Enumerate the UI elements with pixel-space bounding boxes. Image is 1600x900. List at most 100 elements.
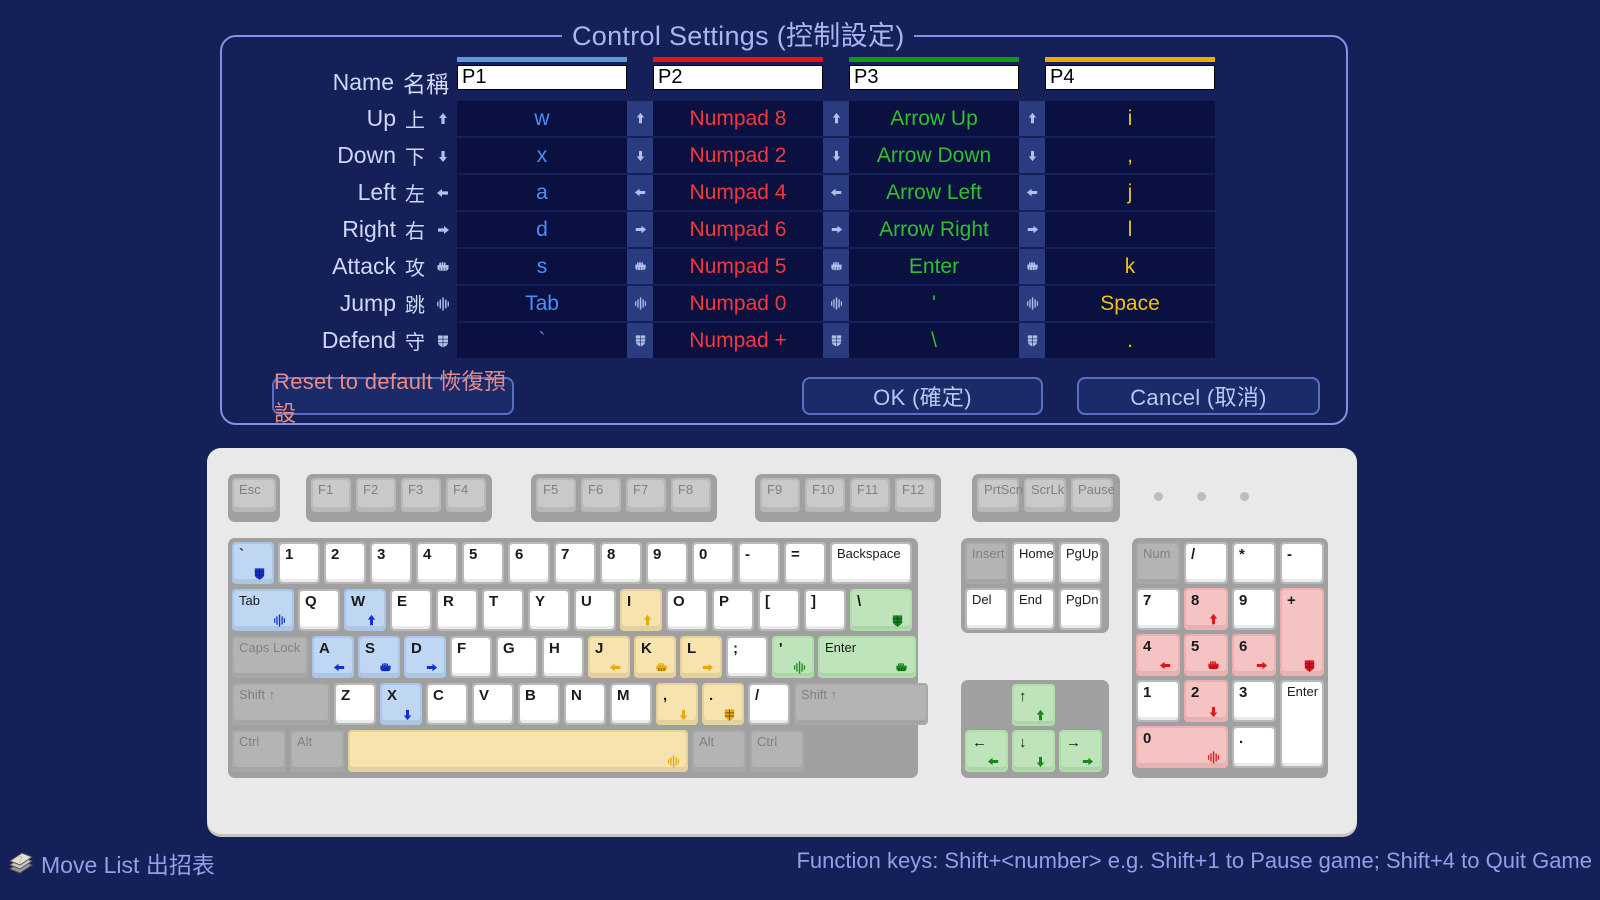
key-y[interactable]: Y [528,589,570,631]
key-numpad-8[interactable]: 8 [1184,588,1228,630]
key--[interactable]: \ [850,589,912,631]
key-2[interactable]: 2 [324,542,366,584]
key-8[interactable]: 8 [600,542,642,584]
player-name-input[interactable]: P3 [849,65,1019,90]
binding-cell-p2-attack[interactable]: Numpad 5 [653,249,823,284]
key-f10[interactable]: F10 [805,478,845,512]
key-a[interactable]: A [312,636,354,678]
key-w[interactable]: W [344,589,386,631]
key-f5[interactable]: F5 [536,478,576,512]
key-d[interactable]: D [404,636,446,678]
binding-cell-p2-right[interactable]: Numpad 6 [653,212,823,247]
key-b[interactable]: B [518,683,560,725]
binding-cell-p3-right[interactable]: Arrow Right [849,212,1019,247]
binding-cell-p1-up[interactable]: w [457,101,627,136]
key-6[interactable]: 6 [508,542,550,584]
key-numpad-2[interactable]: 2 [1184,680,1228,722]
key-z[interactable]: Z [334,683,376,725]
key-enter[interactable]: Enter [818,636,916,678]
key-numpad-7[interactable]: 7 [1136,588,1180,630]
player-name-input[interactable]: P1 [457,65,627,90]
binding-cell-p4-jump[interactable]: Space [1045,286,1215,321]
binding-cell-p1-right[interactable]: d [457,212,627,247]
key-insert[interactable]: Insert [965,542,1008,584]
key-numpad-3[interactable]: 3 [1232,680,1276,722]
key-numpad-6[interactable]: 6 [1232,634,1276,676]
key-p[interactable]: P [712,589,754,631]
key-scrlk[interactable]: ScrLk [1024,478,1066,512]
binding-cell-p2-jump[interactable]: Numpad 0 [653,286,823,321]
key-e[interactable]: E [390,589,432,631]
key-numpad-enter[interactable]: Enter [1280,680,1324,768]
binding-cell-p3-jump[interactable]: ' [849,286,1019,321]
key-numpad--[interactable]: - [1280,542,1324,584]
key-alt[interactable]: Alt [692,730,746,772]
binding-cell-p1-jump[interactable]: Tab [457,286,627,321]
key-numpad-num[interactable]: Num [1136,542,1180,584]
key-home[interactable]: Home [1012,542,1055,584]
key--[interactable]: ] [804,589,846,631]
binding-cell-p3-attack[interactable]: Enter [849,249,1019,284]
key-numpad-5[interactable]: 5 [1184,634,1228,676]
binding-cell-p3-down[interactable]: Arrow Down [849,138,1019,173]
binding-cell-p2-down[interactable]: Numpad 2 [653,138,823,173]
player-name-input[interactable]: P2 [653,65,823,90]
key-alt[interactable]: Alt [290,730,344,772]
key-t[interactable]: T [482,589,524,631]
key-q[interactable]: Q [298,589,340,631]
binding-cell-p3-up[interactable]: Arrow Up [849,101,1019,136]
binding-cell-p2-defend[interactable]: Numpad + [653,323,823,358]
key-prtscn[interactable]: PrtScn [977,478,1023,512]
key-ctrl[interactable]: Ctrl [232,730,286,772]
binding-cell-p4-up[interactable]: i [1045,101,1215,136]
key--[interactable]: / [748,683,790,725]
key-i[interactable]: I [620,589,662,631]
key-pause[interactable]: Pause [1071,478,1115,512]
binding-cell-p4-attack[interactable]: k [1045,249,1215,284]
binding-cell-p4-left[interactable]: j [1045,175,1215,210]
key-pgup[interactable]: PgUp [1059,542,1102,584]
binding-cell-p1-defend[interactable]: ` [457,323,627,358]
key-9[interactable]: 9 [646,542,688,584]
key-space[interactable] [348,730,688,772]
key-esc[interactable]: Esc [232,478,276,512]
key-f4[interactable]: F4 [446,478,486,512]
key-m[interactable]: M [610,683,652,725]
cancel-button[interactable]: Cancel (取消) [1077,377,1320,415]
key-f9[interactable]: F9 [760,478,800,512]
key-numpad-4[interactable]: 4 [1136,634,1180,676]
key-f3[interactable]: F3 [401,478,441,512]
key-backspace[interactable]: Backspace [830,542,912,584]
key-numpad-9[interactable]: 9 [1232,588,1276,630]
binding-cell-p3-left[interactable]: Arrow Left [849,175,1019,210]
key-5[interactable]: 5 [462,542,504,584]
key-shift-[interactable]: Shift ↑ [232,683,330,725]
reset-to-default-button[interactable]: Reset to default 恢復預設 [272,369,514,426]
key-f12[interactable]: F12 [895,478,935,512]
key-f[interactable]: F [450,636,492,678]
binding-cell-p4-defend[interactable]: . [1045,323,1215,358]
key-o[interactable]: O [666,589,708,631]
key-del[interactable]: Del [965,588,1008,630]
key-f6[interactable]: F6 [581,478,621,512]
key-s[interactable]: S [358,636,400,678]
key--[interactable]: . [702,683,744,725]
key-f1[interactable]: F1 [311,478,351,512]
key-g[interactable]: G [496,636,538,678]
key--[interactable]: = [784,542,826,584]
key-arrow-left[interactable]: ← [965,730,1008,772]
key-tab[interactable]: Tab [232,589,294,631]
key-arrow-right[interactable]: → [1059,730,1102,772]
key-numpad-/[interactable]: / [1184,542,1228,584]
key--[interactable]: , [656,683,698,725]
move-list-link[interactable]: ? Move List 出招表 [8,846,215,880]
key-7[interactable]: 7 [554,542,596,584]
ok-button[interactable]: OK (確定) [802,377,1043,415]
key-arrow-down[interactable]: ↓ [1012,730,1055,772]
key-end[interactable]: End [1012,588,1055,630]
key--[interactable]: [ [758,589,800,631]
binding-cell-p4-down[interactable]: , [1045,138,1215,173]
key-pgdn[interactable]: PgDn [1059,588,1102,630]
key-v[interactable]: V [472,683,514,725]
key--[interactable]: ' [772,636,814,678]
